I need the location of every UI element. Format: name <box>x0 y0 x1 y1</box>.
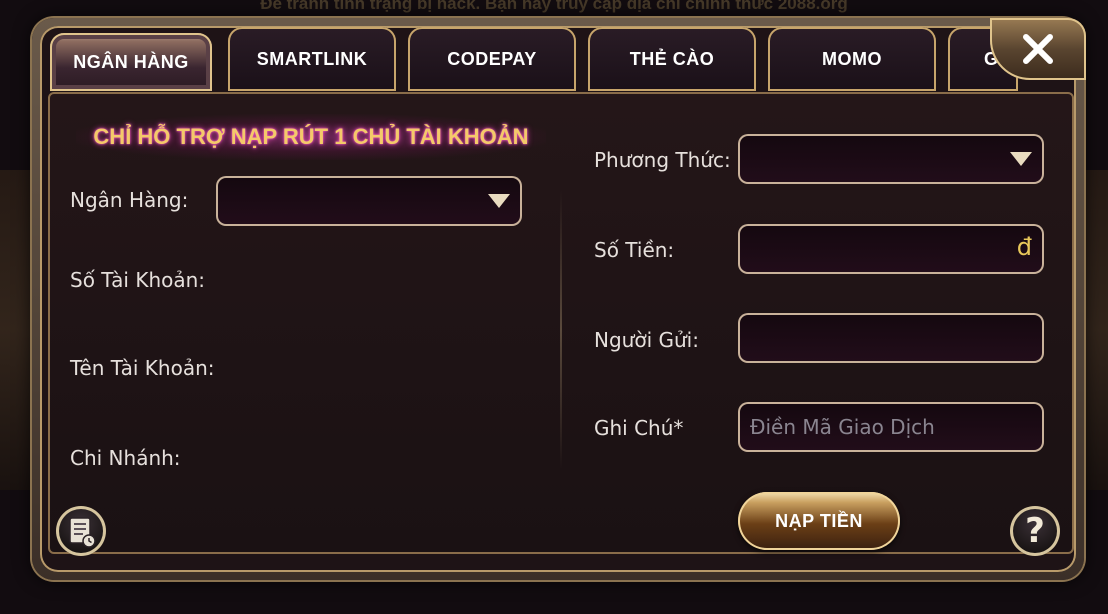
account-number-label: Số Tài Khoản: <box>70 268 206 292</box>
backdrop-notice: Để tránh tình trạng bị hack. Bạn hãy tru… <box>260 0 848 13</box>
bank-select[interactable] <box>216 176 522 226</box>
tab-the-cao[interactable]: THẺ CÀO <box>588 27 756 91</box>
sender-input[interactable] <box>738 313 1044 363</box>
note-field[interactable] <box>738 402 1044 452</box>
help-icon: ? <box>1025 511 1045 551</box>
tab-ngan-hang[interactable]: NGÂN HÀNG <box>50 33 212 91</box>
account-name-label: Tên Tài Khoản: <box>70 356 215 380</box>
deposit-button-label: NẠP TIỀN <box>775 510 863 531</box>
bank-label: Ngân Hàng: <box>70 188 189 212</box>
tab-label: MOMO <box>822 48 882 69</box>
chevron-down-icon <box>1010 152 1032 166</box>
tab-label: NGÂN HÀNG <box>73 51 189 72</box>
tab-label: SMARTLINK <box>256 48 368 69</box>
tab-label: THẺ CÀO <box>629 48 715 69</box>
method-label: Phương Thức: <box>594 148 731 172</box>
amount-input[interactable] <box>738 224 1044 274</box>
sender-field[interactable] <box>738 313 1044 363</box>
amount-field[interactable]: đ <box>738 224 1044 274</box>
history-button[interactable] <box>56 506 106 556</box>
help-button[interactable]: ? <box>1010 506 1060 556</box>
branch-label: Chi Nhánh: <box>70 446 181 470</box>
column-divider <box>560 190 562 470</box>
close-icon <box>1023 34 1053 64</box>
sender-label: Người Gửi: <box>594 328 699 352</box>
amount-label: Số Tiền: <box>594 238 675 262</box>
note-label: Ghi Chú* <box>594 416 684 440</box>
currency-symbol: đ <box>1016 233 1032 261</box>
history-icon <box>69 517 96 548</box>
single-account-notice: CHỈ HỖ TRỢ NẠP RÚT 1 CHỦ TÀI KHOẢN <box>76 114 546 160</box>
tab-codepay[interactable]: CODEPAY <box>408 27 576 91</box>
tab-smartlink[interactable]: SMARTLINK <box>228 27 396 91</box>
close-button[interactable] <box>990 18 1086 80</box>
chevron-down-icon <box>488 194 510 208</box>
tab-label: CODEPAY <box>447 48 537 69</box>
deposit-button[interactable]: NẠP TIỀN <box>738 492 900 550</box>
method-select[interactable] <box>738 134 1044 184</box>
tab-momo[interactable]: MOMO <box>768 27 936 91</box>
note-input[interactable] <box>738 402 1044 452</box>
